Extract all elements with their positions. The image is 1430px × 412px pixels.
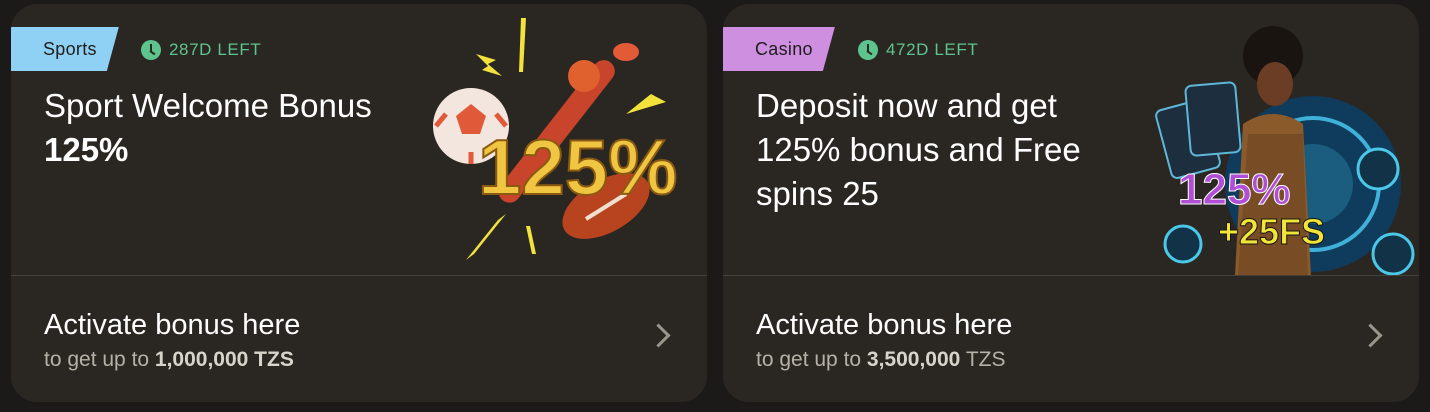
clock-icon [858,40,878,60]
timer-text: 287D LEFT [169,40,262,59]
countdown-timer: 287D LEFT [141,39,261,61]
art-125-text: 125% [1178,165,1291,214]
divider [723,275,1419,276]
sports-bonus-card[interactable]: Sports 287D LEFT Sport Welcome Bonus 125… [11,4,707,402]
chevron-right-icon[interactable] [1358,323,1383,348]
casino-promo-art: 125% +25FS [1155,26,1415,276]
art-125-text: 125% [478,123,678,211]
timer-text: 472D LEFT [886,40,979,59]
activate-bonus-title[interactable]: Activate bonus here [44,307,300,343]
bonus-title: Sport Welcome Bonus 125% [44,84,434,172]
subtitle-prefix: to get up to [44,348,155,371]
activate-bonus-subtitle: to get up to 3,500,000 TZS [756,346,1005,374]
title-highlight: 125% [44,131,129,168]
countdown-timer: 472D LEFT [858,39,978,61]
category-tag-casino: Casino [723,27,835,71]
category-tag-sports: Sports [11,27,119,71]
casino-bonus-card[interactable]: Casino 472D LEFT Deposit now and get 125… [723,4,1419,402]
clock-icon [141,40,161,60]
subtitle-prefix: to get up to [756,348,867,371]
bonus-title: Deposit now and get 125% bonus and Free … [756,87,1081,212]
activate-bonus-subtitle: to get up to 1,000,000 TZS [44,346,294,374]
bonus-amount: 3,500,000 [866,348,961,371]
art-25fs-text: +25FS [1218,211,1325,252]
title-text: Sport Welcome Bonus [44,87,372,124]
sports-promo-art: 125% [433,18,679,260]
currency-suffix: TZS [960,348,1006,371]
bonus-amount: 1,000,000 TZS [154,348,294,371]
divider [11,275,707,276]
activate-bonus-title[interactable]: Activate bonus here [756,307,1012,343]
chevron-right-icon[interactable] [646,323,671,348]
